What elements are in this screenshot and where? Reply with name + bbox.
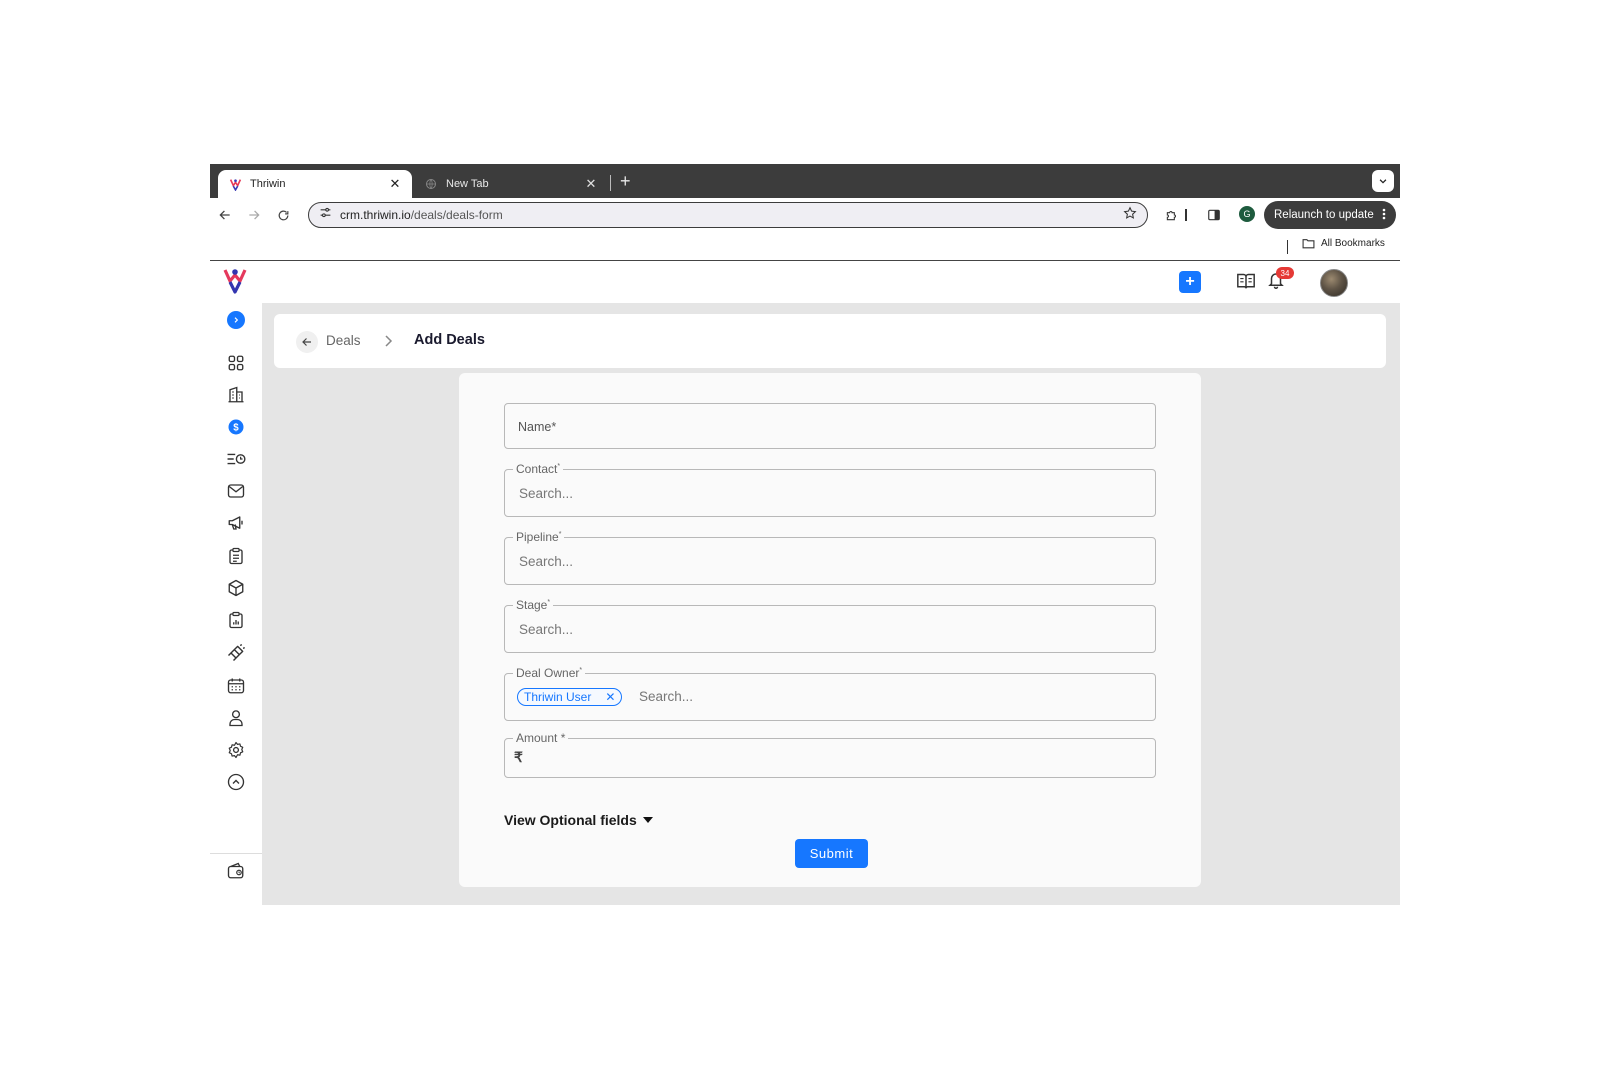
- url-path: /deals/deals-form: [410, 208, 503, 222]
- main-content: Deals Add Deals Name* Contact* Search...…: [262, 303, 1400, 905]
- sidebar-item-calendar-icon[interactable]: [225, 675, 247, 697]
- amount-field-label: Amount *: [513, 731, 569, 745]
- tab-title: Thriwin: [250, 178, 286, 190]
- bookmarks-bar: All Bookmarks: [210, 232, 1400, 261]
- contact-search-placeholder: Search...: [519, 486, 574, 501]
- book-open-icon[interactable]: [1236, 272, 1256, 295]
- quick-add-button[interactable]: +: [1179, 271, 1201, 293]
- sidebar-item-dashboard-grid-icon[interactable]: [225, 352, 247, 374]
- back-arrow-icon[interactable]: [216, 206, 234, 224]
- side-panel-icon[interactable]: [1205, 206, 1223, 224]
- close-tab-icon[interactable]: ✕: [388, 176, 402, 192]
- address-bar[interactable]: crm.thriwin.io/deals/deals-form: [308, 202, 1148, 228]
- relaunch-label: Relaunch to update: [1274, 209, 1374, 221]
- name-field-label: Name*: [518, 420, 557, 434]
- notification-count-badge: 34: [1276, 267, 1294, 279]
- contact-field-label: Contact*: [513, 462, 564, 476]
- profile-avatar[interactable]: G: [1239, 206, 1255, 222]
- sidebar-item-cube-icon[interactable]: [225, 577, 247, 599]
- svg-text:$: $: [233, 422, 239, 433]
- sidebar-item-user-icon[interactable]: [225, 707, 247, 729]
- sidebar-item-settings-gear-icon[interactable]: [225, 739, 247, 761]
- view-optional-fields-label: View Optional fields: [504, 812, 637, 828]
- remove-chip-close-icon[interactable]: ✕: [605, 690, 615, 704]
- bookmark-star-icon[interactable]: [1123, 206, 1137, 225]
- globe-icon: [424, 177, 438, 191]
- bookmarks-divider: [1287, 240, 1288, 254]
- breadcrumb-deals-link[interactable]: Deals: [326, 333, 361, 348]
- tab-search-chevron-icon[interactable]: [1372, 170, 1394, 192]
- crm-app: + 34 $ Deals Add Deals Name* Contact* Se…: [210, 261, 1400, 905]
- deal-owner-field[interactable]: Deal Owner* Thriwin User ✕ Search...: [504, 666, 1156, 721]
- tab-thriwin[interactable]: Thriwin ✕: [218, 170, 412, 198]
- sidebar: $: [210, 303, 262, 905]
- breadcrumb: Deals Add Deals: [274, 314, 1386, 368]
- sidebar-item-megaphone-icon[interactable]: [225, 512, 247, 534]
- pipeline-field[interactable]: Pipeline* Search...: [504, 530, 1156, 585]
- deal-owner-chip-label: Thriwin User: [524, 690, 592, 704]
- sidebar-item-report-clipboard-icon[interactable]: [225, 609, 247, 631]
- page-title: Add Deals: [414, 332, 485, 348]
- name-field[interactable]: Name*: [504, 403, 1156, 449]
- expand-sidebar-chevron-icon[interactable]: [227, 311, 245, 329]
- sidebar-item-clipboard-list-icon[interactable]: [225, 545, 247, 567]
- all-bookmarks-label: All Bookmarks: [1321, 238, 1385, 249]
- deal-owner-chip: Thriwin User ✕: [517, 688, 623, 706]
- sidebar-divider: [210, 853, 262, 854]
- thriwin-favicon-icon: [228, 177, 242, 191]
- sidebar-item-mail-icon[interactable]: [225, 480, 247, 502]
- new-tab-plus-icon[interactable]: +: [620, 170, 631, 192]
- deal-owner-search-placeholder: Search...: [639, 689, 694, 704]
- extensions-puzzle-icon[interactable]: [1163, 206, 1181, 224]
- thriwin-logo-icon[interactable]: [223, 268, 247, 299]
- view-optional-fields-toggle[interactable]: View Optional fields: [504, 812, 653, 828]
- folder-icon: [1302, 239, 1315, 249]
- tab-title: New Tab: [446, 178, 489, 190]
- browser-toolbar: crm.thriwin.io/deals/deals-form G Relaun…: [210, 198, 1400, 232]
- user-avatar[interactable]: [1320, 269, 1348, 297]
- deal-owner-field-label: Deal Owner*: [513, 666, 586, 680]
- pipeline-field-label: Pipeline*: [513, 530, 565, 544]
- contact-field[interactable]: Contact* Search...: [504, 462, 1156, 517]
- sidebar-item-integrations-plug-icon[interactable]: [225, 642, 247, 664]
- tab-divider: [610, 175, 611, 191]
- url-text: crm.thriwin.io/deals/deals-form: [340, 208, 1123, 222]
- close-tab-icon[interactable]: ✕: [584, 176, 598, 192]
- stage-field[interactable]: Stage* Search...: [504, 598, 1156, 653]
- toolbar-divider: [1185, 206, 1187, 224]
- amount-field[interactable]: Amount * ₹: [504, 731, 1156, 778]
- stage-field-label: Stage*: [513, 598, 554, 612]
- sidebar-item-activity-list-clock-icon[interactable]: [225, 448, 247, 470]
- chevron-right-icon: [384, 334, 394, 352]
- all-bookmarks-button[interactable]: All Bookmarks: [1302, 238, 1385, 249]
- sidebar-item-building-icon[interactable]: [225, 384, 247, 406]
- url-host: crm.thriwin.io: [340, 208, 411, 222]
- deal-form: Name* Contact* Search... Pipeline* Searc…: [459, 373, 1201, 887]
- sidebar-item-wallet-icon[interactable]: [225, 860, 247, 882]
- back-arrow-button[interactable]: [296, 331, 318, 353]
- browser-window: Thriwin ✕ New Tab ✕ + crm.thriwin.io/dea…: [210, 164, 1400, 905]
- tab-new-tab[interactable]: New Tab ✕: [414, 170, 608, 198]
- forward-arrow-icon[interactable]: [245, 206, 263, 224]
- caret-down-icon: [642, 817, 653, 823]
- submit-button[interactable]: Submit: [795, 839, 868, 868]
- site-settings-icon[interactable]: [319, 206, 332, 224]
- kebab-menu-icon[interactable]: [1382, 208, 1386, 223]
- sidebar-item-collapse-chevron-up-icon[interactable]: [225, 771, 247, 793]
- pipeline-search-placeholder: Search...: [519, 554, 574, 569]
- relaunch-button[interactable]: Relaunch to update: [1264, 201, 1396, 229]
- sidebar-item-deals-dollar-icon[interactable]: $: [225, 416, 247, 438]
- back-arrow-icon: [302, 338, 311, 346]
- tab-strip: Thriwin ✕ New Tab ✕ +: [210, 164, 1400, 198]
- stage-search-placeholder: Search...: [519, 622, 574, 637]
- rupee-currency-icon: ₹: [514, 749, 523, 765]
- reload-icon[interactable]: [274, 206, 292, 224]
- app-header: + 34: [210, 261, 1400, 303]
